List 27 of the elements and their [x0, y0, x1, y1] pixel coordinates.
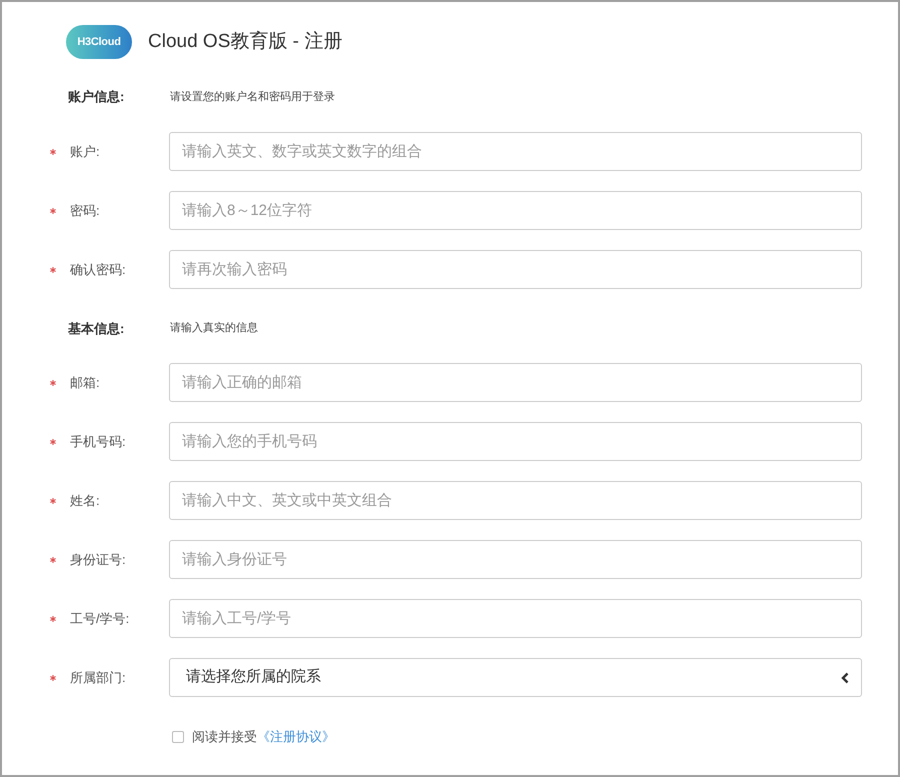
page-title: Cloud OS教育版 - 注册	[148, 30, 342, 54]
field-label: 密码:	[70, 202, 101, 220]
field-label: 确认密码:	[70, 260, 127, 279]
input-field[interactable]: 请输入工号/学号	[169, 599, 862, 638]
department-dropdown[interactable]: 请选择您所属的院系	[169, 658, 862, 697]
field-label: 账户:	[70, 142, 101, 161]
agreement-text: 阅读并接受	[192, 728, 257, 746]
input-field[interactable]: 请输入身份证号	[169, 540, 862, 579]
field-label: 手机号码:	[70, 432, 127, 451]
chevron-left-icon	[841, 672, 849, 684]
input-field[interactable]: 请输入正确的邮箱	[169, 363, 862, 402]
field-label: 所属部门:	[70, 668, 127, 687]
input-field[interactable]: 请输入8～12位字符	[169, 191, 862, 230]
field-label: 工号/学号:	[70, 610, 130, 628]
section-hint: 请输入真实的信息	[170, 320, 258, 336]
section-hint: 请设置您的账户名和密码用于登录	[170, 90, 335, 105]
input-field[interactable]: 请输入您的手机号码	[169, 422, 862, 461]
section-title: 基本信息:	[68, 320, 126, 338]
input-field[interactable]: 请再次输入密码	[169, 250, 862, 289]
field-label: 身份证号:	[70, 550, 127, 569]
logo-text: H3Cloud	[77, 34, 121, 50]
field-label: 邮箱:	[70, 374, 101, 392]
field-label: 姓名:	[70, 492, 101, 510]
input-field[interactable]: 请输入英文、数字或英文数字的组合	[169, 132, 862, 171]
section-title: 账户信息:	[68, 88, 126, 106]
input-field[interactable]: 请输入中文、英文或中英文组合	[169, 481, 862, 520]
agreement-checkbox[interactable]	[172, 730, 184, 743]
